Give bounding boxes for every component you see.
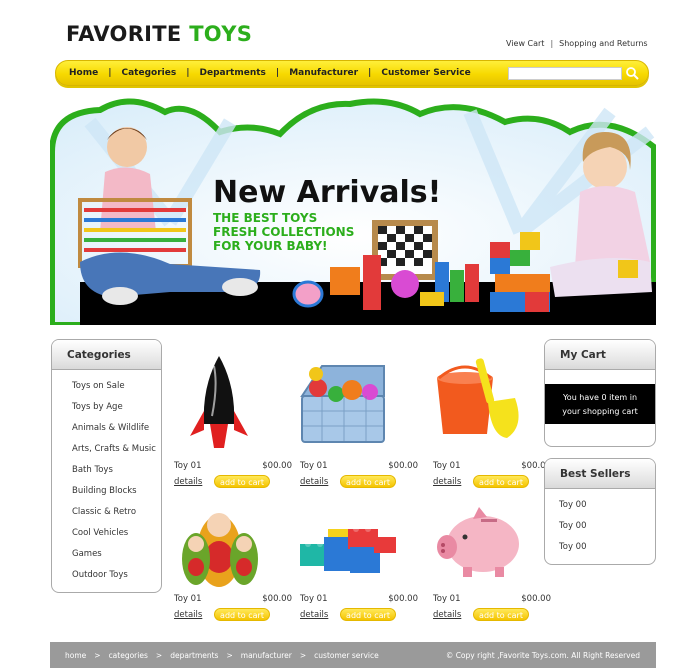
best-seller-item[interactable]: Toy 00 <box>559 537 655 558</box>
add-to-cart-button[interactable]: add to cart <box>340 475 396 488</box>
category-item[interactable]: Outdoor Toys <box>72 565 161 586</box>
nav-departments[interactable]: Departments <box>200 68 266 78</box>
nav-manufacturer[interactable]: Manufacturer <box>289 68 358 78</box>
footer-separator: > <box>155 651 163 660</box>
view-cart-link[interactable]: View Cart <box>506 39 544 48</box>
main-nav: Home | Categories | Departments | Manufa… <box>69 68 471 78</box>
footer-links: home > categories > departments > manufa… <box>65 651 379 660</box>
category-item[interactable]: Cool Vehicles <box>72 523 161 544</box>
footer-link-departments[interactable]: departments <box>170 651 218 660</box>
cart-message-line-2: your shopping cart <box>562 407 638 416</box>
hero-banner[interactable]: New Arrivals! THE BEST TOYS FRESH COLLEC… <box>50 92 656 325</box>
banner-line-2: FRESH COLLECTIONS <box>213 225 354 239</box>
category-item[interactable]: Toys on Sale <box>72 376 161 397</box>
footer-link-manufacturer[interactable]: manufacturer <box>241 651 292 660</box>
product-details-link[interactable]: details <box>433 610 461 620</box>
category-item[interactable]: Arts, Crafts & Music <box>72 439 161 460</box>
product-name: Toy 01 <box>433 594 461 604</box>
category-item[interactable]: Classic & Retro <box>72 502 161 523</box>
best-sellers-panel: Best Sellers Toy 00 Toy 00 Toy 00 <box>544 458 656 565</box>
nav-separator: | <box>186 68 190 78</box>
rocket-toy-image[interactable] <box>174 356 264 456</box>
toy-basket-image[interactable] <box>300 356 400 456</box>
add-to-cart-button[interactable]: add to cart <box>214 608 270 621</box>
add-to-cart-button[interactable]: add to cart <box>340 608 396 621</box>
logo-word-favorite: FAVORITE <box>66 22 182 46</box>
best-sellers-title: Best Sellers <box>545 459 655 489</box>
nav-separator: | <box>275 68 280 78</box>
product-price: $00.00 <box>521 594 551 604</box>
product-price: $00.00 <box>388 594 418 604</box>
nav-separator: | <box>368 68 372 78</box>
nav-home[interactable]: Home <box>69 68 98 78</box>
nesting-dolls-image[interactable] <box>174 489 274 589</box>
nav-customer-service[interactable]: Customer Service <box>381 68 470 78</box>
product-name: Toy 01 <box>433 461 461 471</box>
category-item[interactable]: Animals & Wildlife <box>72 418 161 439</box>
nav-categories[interactable]: Categories <box>122 68 177 78</box>
main-nav-bar: Home | Categories | Departments | Manufa… <box>55 60 649 86</box>
product-price: $00.00 <box>262 461 292 471</box>
shipping-returns-link[interactable]: Shopping and Returns <box>559 39 647 48</box>
categories-title: Categories <box>52 340 161 370</box>
footer: home > categories > departments > manufa… <box>50 642 656 668</box>
top-links: View Cart | Shopping and Returns <box>506 39 648 48</box>
banner-line-1: THE BEST TOYS <box>213 211 317 225</box>
piggy-bank-image[interactable] <box>433 489 533 589</box>
bucket-spade-image[interactable] <box>433 356 533 456</box>
footer-copyright: © Copy right ,Favorite Toys.com. All Rig… <box>445 651 640 660</box>
my-cart-title: My Cart <box>545 340 655 370</box>
product-details-link[interactable]: details <box>174 477 202 487</box>
cart-message-line-1: You have 0 item in <box>562 393 638 402</box>
site-logo[interactable]: FAVORITE TOYS <box>66 22 252 46</box>
product-price: $00.00 <box>262 594 292 604</box>
footer-link-home[interactable]: home <box>65 651 86 660</box>
footer-separator: > <box>226 651 233 660</box>
building-blocks-image[interactable] <box>300 489 400 589</box>
product-price: $00.00 <box>388 461 418 471</box>
product-card: Toy 01 $00.00 details add to cart <box>174 356 304 488</box>
search-icon[interactable] <box>625 66 640 81</box>
product-card: Toy 01 $00.00 details add to cart <box>174 489 304 621</box>
product-details-link[interactable]: details <box>300 610 328 620</box>
add-to-cart-button[interactable]: add to cart <box>473 608 529 621</box>
categories-panel: Categories Toys on Sale Toys by Age Anim… <box>51 339 162 593</box>
categories-list: Toys on Sale Toys by Age Animals & Wildl… <box>52 370 161 586</box>
add-to-cart-button[interactable]: add to cart <box>214 475 270 488</box>
search-input[interactable] <box>508 67 622 80</box>
best-seller-item[interactable]: Toy 00 <box>559 516 655 537</box>
cart-message: You have 0 item in your shopping cart <box>545 384 655 424</box>
category-item[interactable]: Toys by Age <box>72 397 161 418</box>
page: FAVORITE TOYS View Cart | Shopping and R… <box>0 0 700 668</box>
product-name: Toy 01 <box>300 594 328 604</box>
top-links-separator: | <box>550 39 554 48</box>
nav-separator: | <box>108 68 112 78</box>
best-seller-item[interactable]: Toy 00 <box>559 495 655 516</box>
logo-word-toys: TOYS <box>189 22 253 46</box>
my-cart-panel: My Cart You have 0 item in your shopping… <box>544 339 656 447</box>
product-name: Toy 01 <box>174 594 202 604</box>
add-to-cart-button[interactable]: add to cart <box>473 475 529 488</box>
footer-separator: > <box>94 651 101 660</box>
product-details-link[interactable]: details <box>433 477 461 487</box>
category-item[interactable]: Bath Toys <box>72 460 161 481</box>
category-item[interactable]: Building Blocks <box>72 481 161 502</box>
footer-link-customer-service[interactable]: customer service <box>314 651 379 660</box>
product-details-link[interactable]: details <box>300 477 328 487</box>
banner-line-3: FOR YOUR BABY! <box>213 239 328 253</box>
product-card: Toy 01 $00.00 details add to cart <box>300 489 430 621</box>
product-details-link[interactable]: details <box>174 610 202 620</box>
best-sellers-list: Toy 00 Toy 00 Toy 00 <box>545 489 655 558</box>
footer-link-categories[interactable]: categories <box>109 651 148 660</box>
footer-separator: > <box>299 651 307 660</box>
product-card: Toy 01 $00.00 details add to cart <box>300 356 430 488</box>
hero-banner-art: New Arrivals! THE BEST TOYS FRESH COLLEC… <box>50 98 656 325</box>
banner-headline: New Arrivals! <box>213 175 441 210</box>
product-name: Toy 01 <box>300 461 328 471</box>
category-item[interactable]: Games <box>72 544 161 565</box>
product-name: Toy 01 <box>174 461 202 471</box>
